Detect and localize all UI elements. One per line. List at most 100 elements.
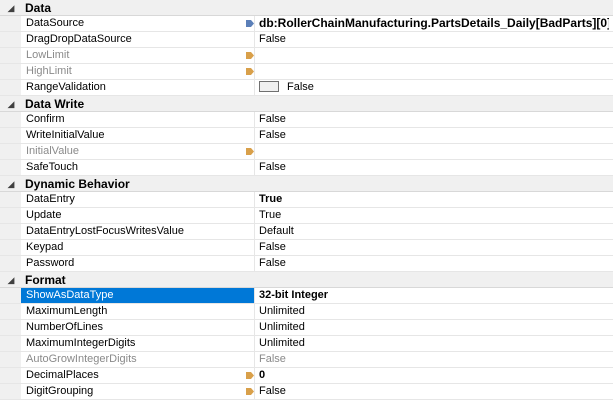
property-row-range-validation[interactable]: RangeValidation False <box>0 80 613 96</box>
column-divider[interactable] <box>254 224 255 239</box>
property-value[interactable]: 32-bit Integer <box>259 288 609 303</box>
column-divider[interactable] <box>254 288 255 303</box>
property-value[interactable] <box>259 144 609 159</box>
expression-marker-icon[interactable] <box>246 52 254 59</box>
property-row-update[interactable]: Update True <box>0 208 613 224</box>
category-header-data-write[interactable]: ◢ Data Write <box>0 96 613 112</box>
column-divider[interactable] <box>254 128 255 143</box>
category-header-data[interactable]: ◢ Data <box>0 0 613 16</box>
property-value[interactable]: True <box>259 192 609 207</box>
property-value[interactable]: Unlimited <box>259 336 609 351</box>
property-name[interactable]: Password <box>21 256 254 271</box>
property-value[interactable]: Unlimited <box>259 304 609 319</box>
category-header-format[interactable]: ◢ Format <box>0 272 613 288</box>
column-divider[interactable] <box>254 112 255 127</box>
property-value[interactable] <box>259 64 609 79</box>
property-name[interactable]: DataSource <box>21 16 254 31</box>
column-divider[interactable] <box>254 16 255 31</box>
property-row-data-entry[interactable]: DataEntry True <box>0 192 613 208</box>
column-divider[interactable] <box>254 160 255 175</box>
property-value[interactable]: False <box>259 160 609 175</box>
property-row-auto-grow-integer-digits[interactable]: AutoGrowIntegerDigits False <box>0 352 613 368</box>
property-name[interactable]: DecimalPlaces <box>21 368 254 383</box>
expression-marker-icon[interactable] <box>246 388 254 395</box>
property-name[interactable]: ShowAsDataType <box>21 288 254 303</box>
property-name[interactable]: RangeValidation <box>21 80 254 95</box>
row-gutter <box>0 48 21 63</box>
collapse-triangle-icon[interactable]: ◢ <box>5 273 17 287</box>
property-value[interactable]: Unlimited <box>259 320 609 335</box>
expression-marker-icon[interactable] <box>246 148 254 155</box>
property-value[interactable] <box>259 48 609 63</box>
expression-marker-icon[interactable] <box>246 372 254 379</box>
property-row-initial-value[interactable]: InitialValue <box>0 144 613 160</box>
property-row-low-limit[interactable]: LowLimit <box>0 48 613 64</box>
property-name[interactable]: DragDropDataSource <box>21 32 254 47</box>
property-row-confirm[interactable]: Confirm False <box>0 112 613 128</box>
property-name[interactable]: DataEntryLostFocusWritesValue <box>21 224 254 239</box>
property-name[interactable]: SafeTouch <box>21 160 254 175</box>
column-divider[interactable] <box>254 320 255 335</box>
property-value[interactable]: False <box>259 384 609 399</box>
property-row-number-of-lines[interactable]: NumberOfLines Unlimited <box>0 320 613 336</box>
collapse-triangle-icon[interactable]: ◢ <box>5 177 17 191</box>
column-divider[interactable] <box>254 336 255 351</box>
property-name[interactable]: WriteInitialValue <box>21 128 254 143</box>
property-name[interactable]: MaximumIntegerDigits <box>21 336 254 351</box>
property-value[interactable]: False <box>259 240 609 255</box>
property-name[interactable]: Keypad <box>21 240 254 255</box>
expression-marker-icon[interactable] <box>246 68 254 75</box>
property-row-safe-touch[interactable]: SafeTouch False <box>0 160 613 176</box>
property-name[interactable]: LowLimit <box>21 48 254 63</box>
column-divider[interactable] <box>254 192 255 207</box>
category-header-dynamic-behavior[interactable]: ◢ Dynamic Behavior <box>0 176 613 192</box>
column-divider[interactable] <box>254 32 255 47</box>
property-row-write-initial-value[interactable]: WriteInitialValue False <box>0 128 613 144</box>
property-name[interactable]: Update <box>21 208 254 223</box>
property-name[interactable]: Confirm <box>21 112 254 127</box>
property-name[interactable]: DataEntry <box>21 192 254 207</box>
column-divider[interactable] <box>254 304 255 319</box>
property-row-data-entry-lost-focus-writes-value[interactable]: DataEntryLostFocusWritesValue Default <box>0 224 613 240</box>
property-value[interactable]: db:RollerChainManufacturing.PartsDetails… <box>259 16 609 31</box>
column-divider[interactable] <box>254 368 255 383</box>
property-name[interactable]: AutoGrowIntegerDigits <box>21 352 254 367</box>
property-value[interactable]: False <box>259 80 609 95</box>
column-divider[interactable] <box>254 384 255 399</box>
property-name[interactable]: HighLimit <box>21 64 254 79</box>
column-divider[interactable] <box>254 208 255 223</box>
property-name[interactable]: InitialValue <box>21 144 254 159</box>
property-row-decimal-places[interactable]: DecimalPlaces 0 <box>0 368 613 384</box>
property-row-maximum-length[interactable]: MaximumLength Unlimited <box>0 304 613 320</box>
property-row-password[interactable]: Password False <box>0 256 613 272</box>
column-divider[interactable] <box>254 256 255 271</box>
column-divider[interactable] <box>254 352 255 367</box>
column-divider[interactable] <box>254 144 255 159</box>
property-value[interactable]: False <box>259 32 609 47</box>
property-value[interactable]: True <box>259 208 609 223</box>
column-divider[interactable] <box>254 240 255 255</box>
property-value[interactable]: 0 <box>259 368 609 383</box>
checkbox-swatch[interactable] <box>259 80 279 92</box>
collapse-triangle-icon[interactable]: ◢ <box>5 1 17 15</box>
property-row-show-as-data-type[interactable]: ShowAsDataType 32-bit Integer <box>0 288 613 304</box>
property-value[interactable]: False <box>259 128 609 143</box>
property-row-data-source[interactable]: DataSource db:RollerChainManufacturing.Pa… <box>0 16 613 32</box>
property-value[interactable]: False <box>259 112 609 127</box>
property-name[interactable]: MaximumLength <box>21 304 254 319</box>
property-row-digit-grouping[interactable]: DigitGrouping False <box>0 384 613 400</box>
column-divider[interactable] <box>254 64 255 79</box>
property-name[interactable]: NumberOfLines <box>21 320 254 335</box>
property-name[interactable]: DigitGrouping <box>21 384 254 399</box>
column-divider[interactable] <box>254 80 255 95</box>
property-row-drag-drop-data-source[interactable]: DragDropDataSource False <box>0 32 613 48</box>
property-value[interactable]: Default <box>259 224 609 239</box>
bound-expression-icon[interactable] <box>246 20 254 27</box>
property-row-high-limit[interactable]: HighLimit <box>0 64 613 80</box>
property-row-keypad[interactable]: Keypad False <box>0 240 613 256</box>
property-value[interactable]: False <box>259 256 609 271</box>
property-value[interactable]: False <box>259 352 609 367</box>
property-row-maximum-integer-digits[interactable]: MaximumIntegerDigits Unlimited <box>0 336 613 352</box>
collapse-triangle-icon[interactable]: ◢ <box>5 97 17 111</box>
column-divider[interactable] <box>254 48 255 63</box>
